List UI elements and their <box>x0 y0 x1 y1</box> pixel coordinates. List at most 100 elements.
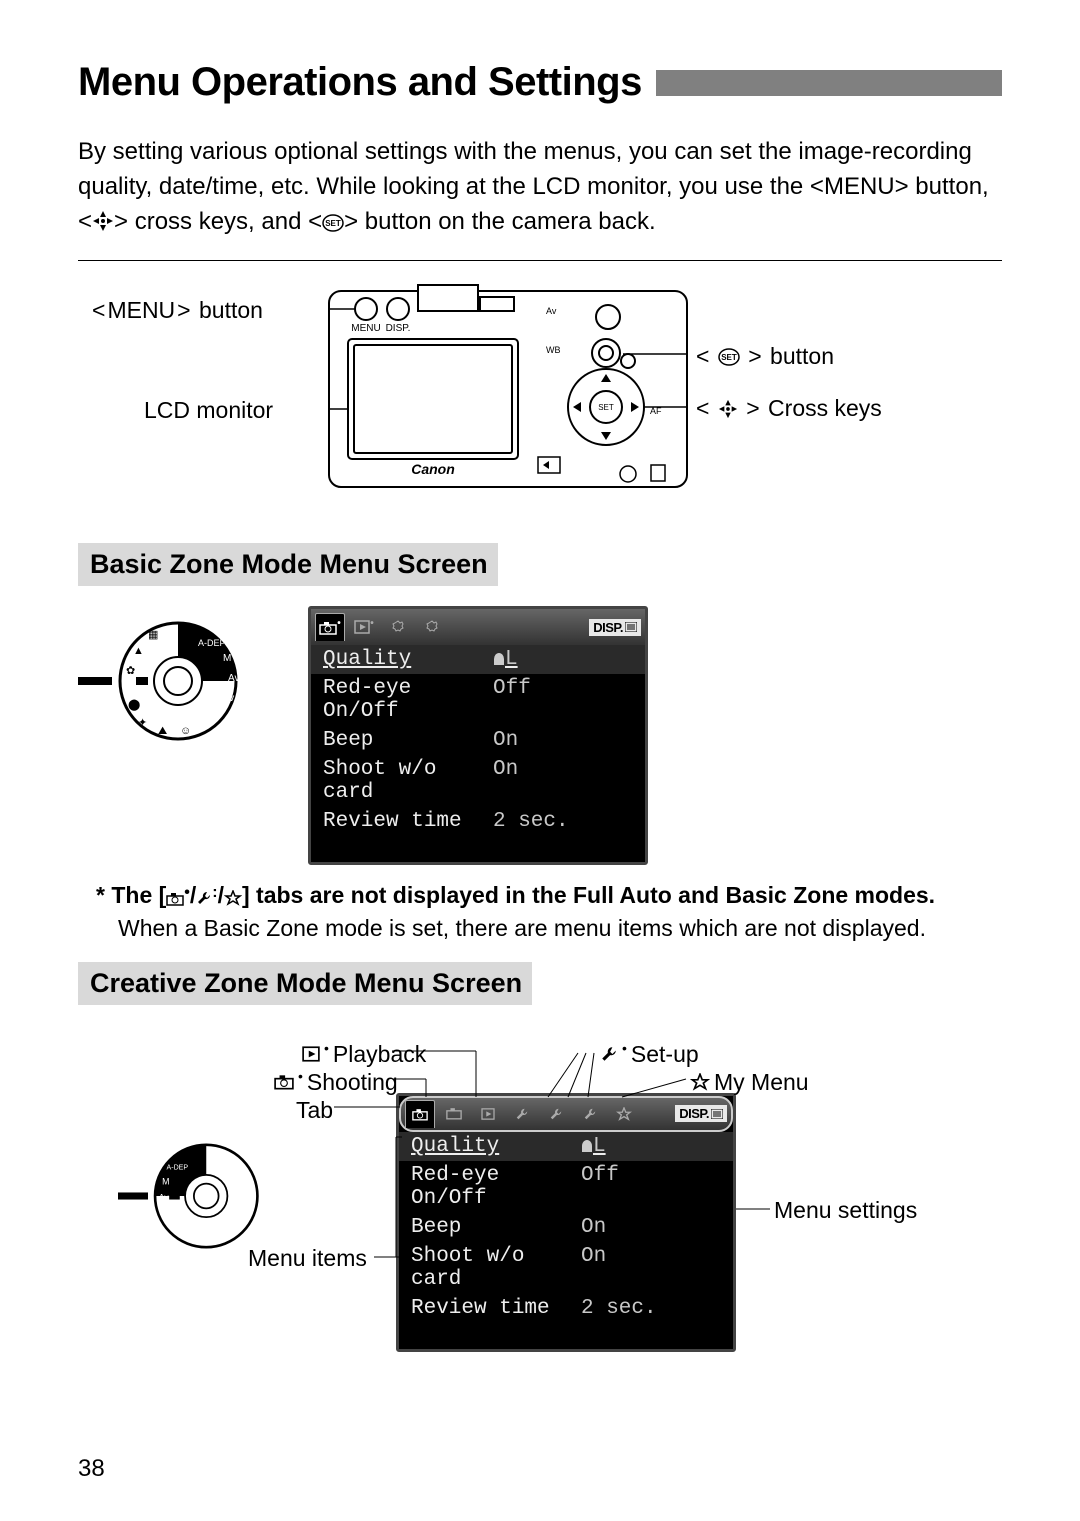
svg-text:SET: SET <box>325 219 341 228</box>
svg-text:⬤: ⬤ <box>128 699 140 711</box>
menu-value: Off <box>493 677 531 723</box>
svg-text:DISP.: DISP. <box>386 323 411 334</box>
disp-indicator: DISP. <box>675 1105 727 1122</box>
menu-label: Review time <box>323 810 493 833</box>
menu-label: Quality <box>323 648 493 671</box>
menu-row: Review time2 sec. <box>399 1294 733 1323</box>
svg-text:MENU: MENU <box>351 323 380 334</box>
menu-value: On <box>581 1245 606 1291</box>
tab-strip: DISP. <box>399 1096 733 1132</box>
tab-shooting-1-icon: • <box>315 613 345 641</box>
label-setup: • Set-up <box>600 1041 699 1068</box>
intro-e: > button on the camera back. <box>344 208 656 235</box>
set-button-word: button <box>770 343 834 370</box>
svg-text:▦: ▦ <box>148 629 158 641</box>
cross-keys-word: Cross keys <box>768 395 882 422</box>
tab-playback-icon <box>473 1100 503 1128</box>
menu-label: Red-eye On/Off <box>323 677 493 723</box>
set-button-icon: SET <box>322 208 344 243</box>
label-menu-settings: Menu settings <box>774 1197 917 1224</box>
detail-icon <box>711 1109 723 1119</box>
menu-value: On <box>581 1216 606 1239</box>
footnote-line1: * The [•/:/] tabs are not displayed in t… <box>96 882 935 908</box>
camera-diagram: MENU DISP. SET Av WB AF Canon <MENU> but… <box>78 275 1002 515</box>
mymenu-text: My Menu <box>714 1069 809 1096</box>
svg-text:A-DEP: A-DEP <box>167 1164 189 1171</box>
menu-button-word: button <box>199 297 263 324</box>
menu-label: Review time <box>411 1297 581 1320</box>
label-set-button: < SET > button <box>696 343 834 370</box>
intro-paragraph: By setting various optional settings wit… <box>78 135 1002 242</box>
intro-d: > cross keys, and < <box>114 208 322 235</box>
tab-mymenu-icon <box>609 1100 639 1128</box>
mode-dial-creative: A-DEP M Av Tv P <box>118 1121 268 1271</box>
menu-label: Beep <box>411 1216 581 1239</box>
menu-row: Shoot w/o cardOn <box>311 755 645 807</box>
menu-value-text: L <box>593 1135 606 1158</box>
label-tab: Tab <box>296 1097 333 1124</box>
svg-text:M: M <box>162 1176 169 1186</box>
camera-icon <box>274 1074 294 1090</box>
menu-value: On <box>493 758 518 804</box>
tab-setup-2-icon <box>541 1100 571 1128</box>
svg-text:Tv: Tv <box>164 1208 174 1218</box>
label-mymenu: My Menu <box>690 1069 809 1096</box>
divider <box>78 260 1002 261</box>
menu-value: L <box>581 1135 606 1158</box>
menu-value: 2 sec. <box>493 810 569 833</box>
tab-setup-3-icon <box>575 1100 605 1128</box>
wrench-icon <box>600 1045 618 1063</box>
svg-text:SET: SET <box>721 353 737 362</box>
tab-setup-2-icon <box>417 613 447 641</box>
page-number: 38 <box>78 1455 105 1483</box>
camera-tab-icon <box>166 892 184 906</box>
camera-back-illustration: MENU DISP. SET Av WB AF Canon <box>328 279 688 499</box>
tab-shooting-1-icon <box>405 1100 435 1128</box>
quality-l-icon <box>493 652 505 666</box>
menu-row: Review time2 sec. <box>311 807 645 836</box>
wrench-tab-icon <box>196 890 212 906</box>
footnote-line2: When a Basic Zone mode is set, there are… <box>118 912 1002 944</box>
menu-label: Shoot w/o card <box>323 758 493 804</box>
footnote: * The [•/:/] tabs are not displayed in t… <box>96 879 1002 943</box>
tab-setup-1-icon <box>507 1100 537 1128</box>
section-heading-basic: Basic Zone Mode Menu Screen <box>78 543 498 586</box>
label-playback: • Playback <box>302 1041 426 1068</box>
label-menu-button: <MENU> button <box>92 297 263 324</box>
play-icon <box>302 1046 320 1062</box>
shooting-text: Shooting <box>307 1069 398 1096</box>
menu-value: 2 sec. <box>581 1297 657 1320</box>
title-row: Menu Operations and Settings <box>78 60 1002 105</box>
menu-value: Off <box>581 1164 619 1210</box>
menu-screen-creative: DISP. Quality L Red-eye On/OffOff BeepOn… <box>396 1093 736 1352</box>
svg-text:P: P <box>208 710 215 721</box>
menu-text: MENU <box>107 297 175 324</box>
detail-icon <box>625 622 637 632</box>
cross-keys-icon <box>92 208 114 243</box>
playback-text: Playback <box>333 1041 426 1068</box>
menu-value: L <box>493 648 518 671</box>
creative-zone-area: A-DEP M Av Tv P DISP. Quality L Red-eye … <box>78 1041 1002 1371</box>
svg-text:A-DEP: A-DEP <box>198 638 226 648</box>
menu-label: Red-eye On/Off <box>411 1164 581 1210</box>
crosskeys-icon <box>718 399 738 419</box>
svg-text:M: M <box>223 653 231 664</box>
mode-dial-basic: A-DEP M Av Tv P ▦▲✿ ⬤✦⛰☺ <box>78 606 248 756</box>
svg-text:✦: ✦ <box>138 717 147 729</box>
menu-label: Shoot w/o card <box>411 1245 581 1291</box>
basic-zone-row: A-DEP M Av Tv P ▦▲✿ ⬤✦⛰☺ • • <box>78 606 1002 865</box>
label-shooting: • Shooting <box>274 1069 398 1096</box>
menu-row: Quality L <box>399 1132 733 1161</box>
menu-row: Quality L <box>311 645 645 674</box>
tab-shooting-2-icon <box>439 1100 469 1128</box>
page-title: Menu Operations and Settings <box>78 60 642 105</box>
svg-text:▲: ▲ <box>133 645 144 657</box>
menu-text-icon: MENU <box>824 173 895 200</box>
quality-l-icon <box>581 1139 593 1153</box>
svg-text:Av: Av <box>228 673 240 684</box>
svg-text:✿: ✿ <box>126 665 135 677</box>
set-icon: SET <box>718 348 740 366</box>
star-tab-icon <box>224 890 242 906</box>
label-cross-keys: < > Cross keys <box>696 395 882 422</box>
menu-value: On <box>493 729 518 752</box>
